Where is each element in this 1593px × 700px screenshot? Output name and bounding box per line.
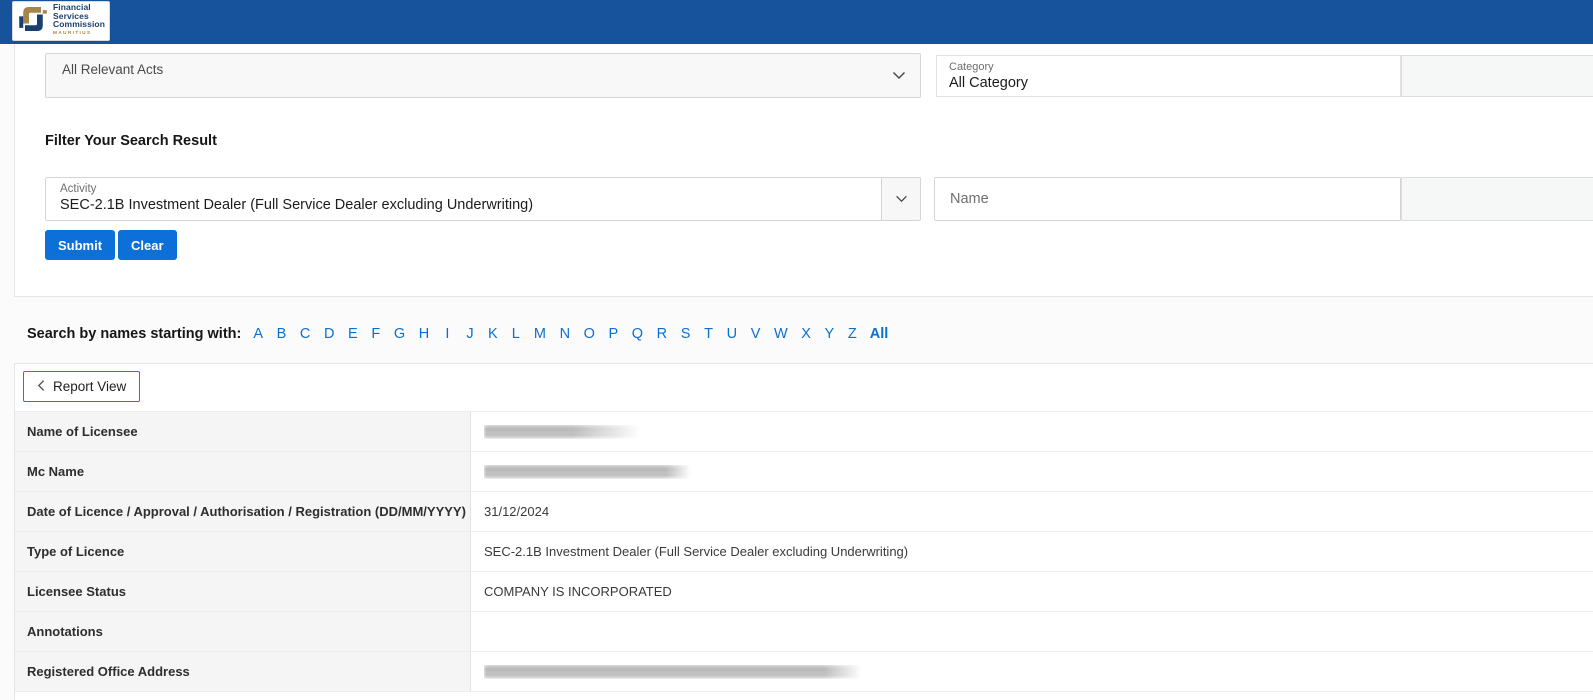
alphabet-letter-link[interactable]: S [681, 326, 691, 342]
alphabet-letter-link[interactable]: X [801, 326, 811, 342]
row-label: Annotations [15, 612, 471, 651]
alphabet-letter-link[interactable]: E [348, 326, 358, 342]
alphabet-all-link[interactable]: All [870, 326, 889, 342]
alphabet-letter-link[interactable]: B [277, 326, 287, 342]
redacted-value [484, 425, 644, 439]
chevron-down-icon [892, 67, 906, 85]
name-input[interactable] [934, 177, 1401, 221]
alphabet-letter-link[interactable]: W [774, 326, 788, 342]
cutoff-field [1401, 177, 1593, 221]
report-view-button-label: Report View [53, 379, 126, 394]
table-row: Annotations [15, 612, 1593, 652]
alphabet-letter-link[interactable]: H [419, 326, 429, 342]
alphabet-letter-link[interactable]: Z [848, 326, 857, 342]
alphabet-letter-link[interactable]: R [657, 326, 667, 342]
submit-button[interactable]: Submit [45, 230, 115, 260]
alphabet-letter-link[interactable]: C [300, 326, 310, 342]
licensee-detail-table: Name of Licensee Mc Name Date of Licence… [15, 411, 1593, 692]
alphabet-letter-link[interactable]: P [609, 326, 619, 342]
report-panel: Report View Name of Licensee Mc Name Dat… [14, 363, 1593, 700]
alphabet-letter-link[interactable]: A [253, 326, 263, 342]
alphabet-letter-link[interactable]: I [443, 326, 452, 342]
alphabet-search-title: Search by names starting with: [27, 326, 241, 342]
row-label: Registered Office Address [15, 652, 471, 691]
chevron-down-icon [895, 190, 908, 208]
filter-section-title: Filter Your Search Result [45, 133, 217, 149]
alphabet-letter-link[interactable]: O [584, 326, 595, 342]
table-row: Mc Name [15, 452, 1593, 492]
activity-field-value: SEC-2.1B Investment Dealer (Full Service… [60, 197, 867, 213]
report-view-button[interactable]: Report View [23, 371, 140, 402]
row-label: Licensee Status [15, 572, 471, 611]
table-row: Registered Office Address [15, 652, 1593, 692]
alphabet-letter-link[interactable]: D [324, 326, 334, 342]
redacted-value [484, 665, 862, 679]
row-value [471, 652, 1593, 691]
row-label: Type of Licence [15, 532, 471, 571]
table-row: Date of Licence / Approval / Authorisati… [15, 492, 1593, 532]
activity-combobox[interactable]: Activity SEC-2.1B Investment Dealer (Ful… [45, 177, 882, 221]
row-value: 31/12/2024 [471, 492, 1593, 531]
row-value [471, 612, 1593, 651]
alphabet-search-row: Search by names starting with: ABCDEFGHI… [27, 326, 888, 342]
alphabet-letter-link[interactable]: V [751, 326, 761, 342]
redacted-value [484, 465, 691, 479]
alphabet-letter-link[interactable]: U [727, 326, 737, 342]
alphabet-letter-link[interactable]: K [488, 326, 498, 342]
alphabet-letter-link[interactable]: L [511, 326, 520, 342]
table-row: Name of Licensee [15, 412, 1593, 452]
alphabet-letter-link[interactable]: Y [825, 326, 835, 342]
alphabet-letter-link[interactable]: T [704, 326, 713, 342]
top-navbar [0, 0, 1593, 44]
relevant-acts-selected-value: All Relevant Acts [62, 62, 163, 77]
fsc-logo-mark-icon [17, 3, 49, 40]
row-label: Date of Licence / Approval / Authorisati… [15, 492, 471, 531]
activity-dropdown-button[interactable] [882, 177, 921, 221]
alphabet-letter-link[interactable]: M [534, 326, 546, 342]
row-label: Name of Licensee [15, 412, 471, 451]
cutoff-field [1401, 55, 1593, 97]
alphabet-letter-link[interactable]: J [465, 326, 474, 342]
fsc-logo-text: Financial Services Commission MAURITIUS [53, 3, 105, 39]
table-row: Type of Licence SEC-2.1B Investment Deal… [15, 532, 1593, 572]
alphabet-letter-links: ABCDEFGHIJKLMNOPQRSTUVWXYZ [253, 326, 856, 342]
alphabet-letter-link[interactable]: G [394, 326, 405, 342]
alphabet-letter-link[interactable]: N [560, 326, 570, 342]
chevron-left-icon [37, 379, 45, 395]
alphabet-letter-link[interactable]: F [371, 326, 380, 342]
activity-field-label: Activity [60, 183, 867, 195]
row-value: COMPANY IS INCORPORATED [471, 572, 1593, 611]
row-value: SEC-2.1B Investment Dealer (Full Service… [471, 532, 1593, 571]
alphabet-letter-link[interactable]: Q [632, 326, 643, 342]
page: Financial Services Commission MAURITIUS … [0, 0, 1593, 700]
row-value [471, 452, 1593, 491]
row-label: Mc Name [15, 452, 471, 491]
search-filter-panel: All Relevant Acts Category All Category … [14, 44, 1593, 297]
relevant-acts-select[interactable]: All Relevant Acts [45, 53, 921, 98]
fsc-logo[interactable]: Financial Services Commission MAURITIUS [12, 1, 110, 41]
row-value [471, 412, 1593, 451]
clear-button[interactable]: Clear [118, 230, 177, 260]
category-field-value: All Category [949, 75, 1388, 91]
table-row: Licensee Status COMPANY IS INCORPORATED [15, 572, 1593, 612]
category-field-label: Category [949, 61, 1388, 73]
category-field[interactable]: Category All Category [936, 55, 1401, 97]
